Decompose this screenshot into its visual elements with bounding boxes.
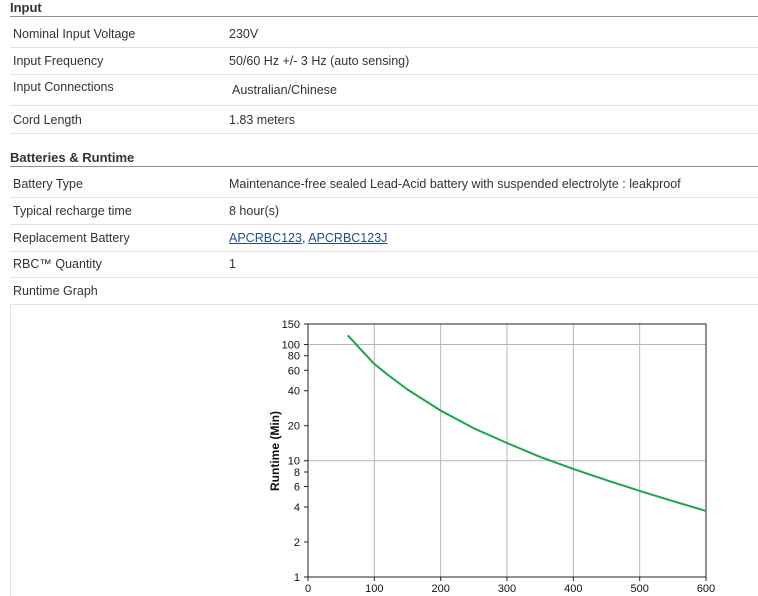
spec-page: Input Nominal Input Voltage 230V Input F…: [0, 0, 758, 596]
y-tick-label: 6: [294, 482, 300, 494]
y-tick-label: 40: [288, 386, 300, 398]
runtime-curve: [347, 334, 707, 512]
runtime-graph: 0 100 200 300 400 500 600124681020406080100150…: [268, 319, 716, 595]
y-tick-label: 80: [288, 351, 300, 363]
y-tick-label: 150: [282, 319, 300, 331]
y-tick-label: 20: [288, 421, 300, 433]
y-tick-label: 10: [288, 456, 300, 468]
x-tick-label: 100: [365, 583, 383, 595]
chart-series: [347, 334, 707, 512]
y-tick-label: 1: [294, 572, 300, 584]
x-tick-label: 600: [697, 583, 715, 595]
y-tick-label: 60: [288, 365, 300, 377]
y-tick-label: 2: [294, 537, 300, 549]
x-tick-label: 500: [630, 583, 648, 595]
x-tick-label: 0: [305, 583, 311, 595]
chart-ticks: 0 100 200 300 400 500 600124681020406080100150: [282, 319, 716, 595]
x-tick-label: 400: [564, 583, 582, 595]
chart-grid: [308, 324, 706, 578]
x-tick-label: 300: [498, 583, 516, 595]
y-tick-label: 4: [294, 502, 300, 514]
y-tick-label: 100: [282, 339, 300, 351]
x-tick-label: 200: [431, 583, 449, 595]
y-tick-label: 8: [294, 467, 300, 479]
y-axis-label: Runtime (Min): [268, 411, 282, 491]
